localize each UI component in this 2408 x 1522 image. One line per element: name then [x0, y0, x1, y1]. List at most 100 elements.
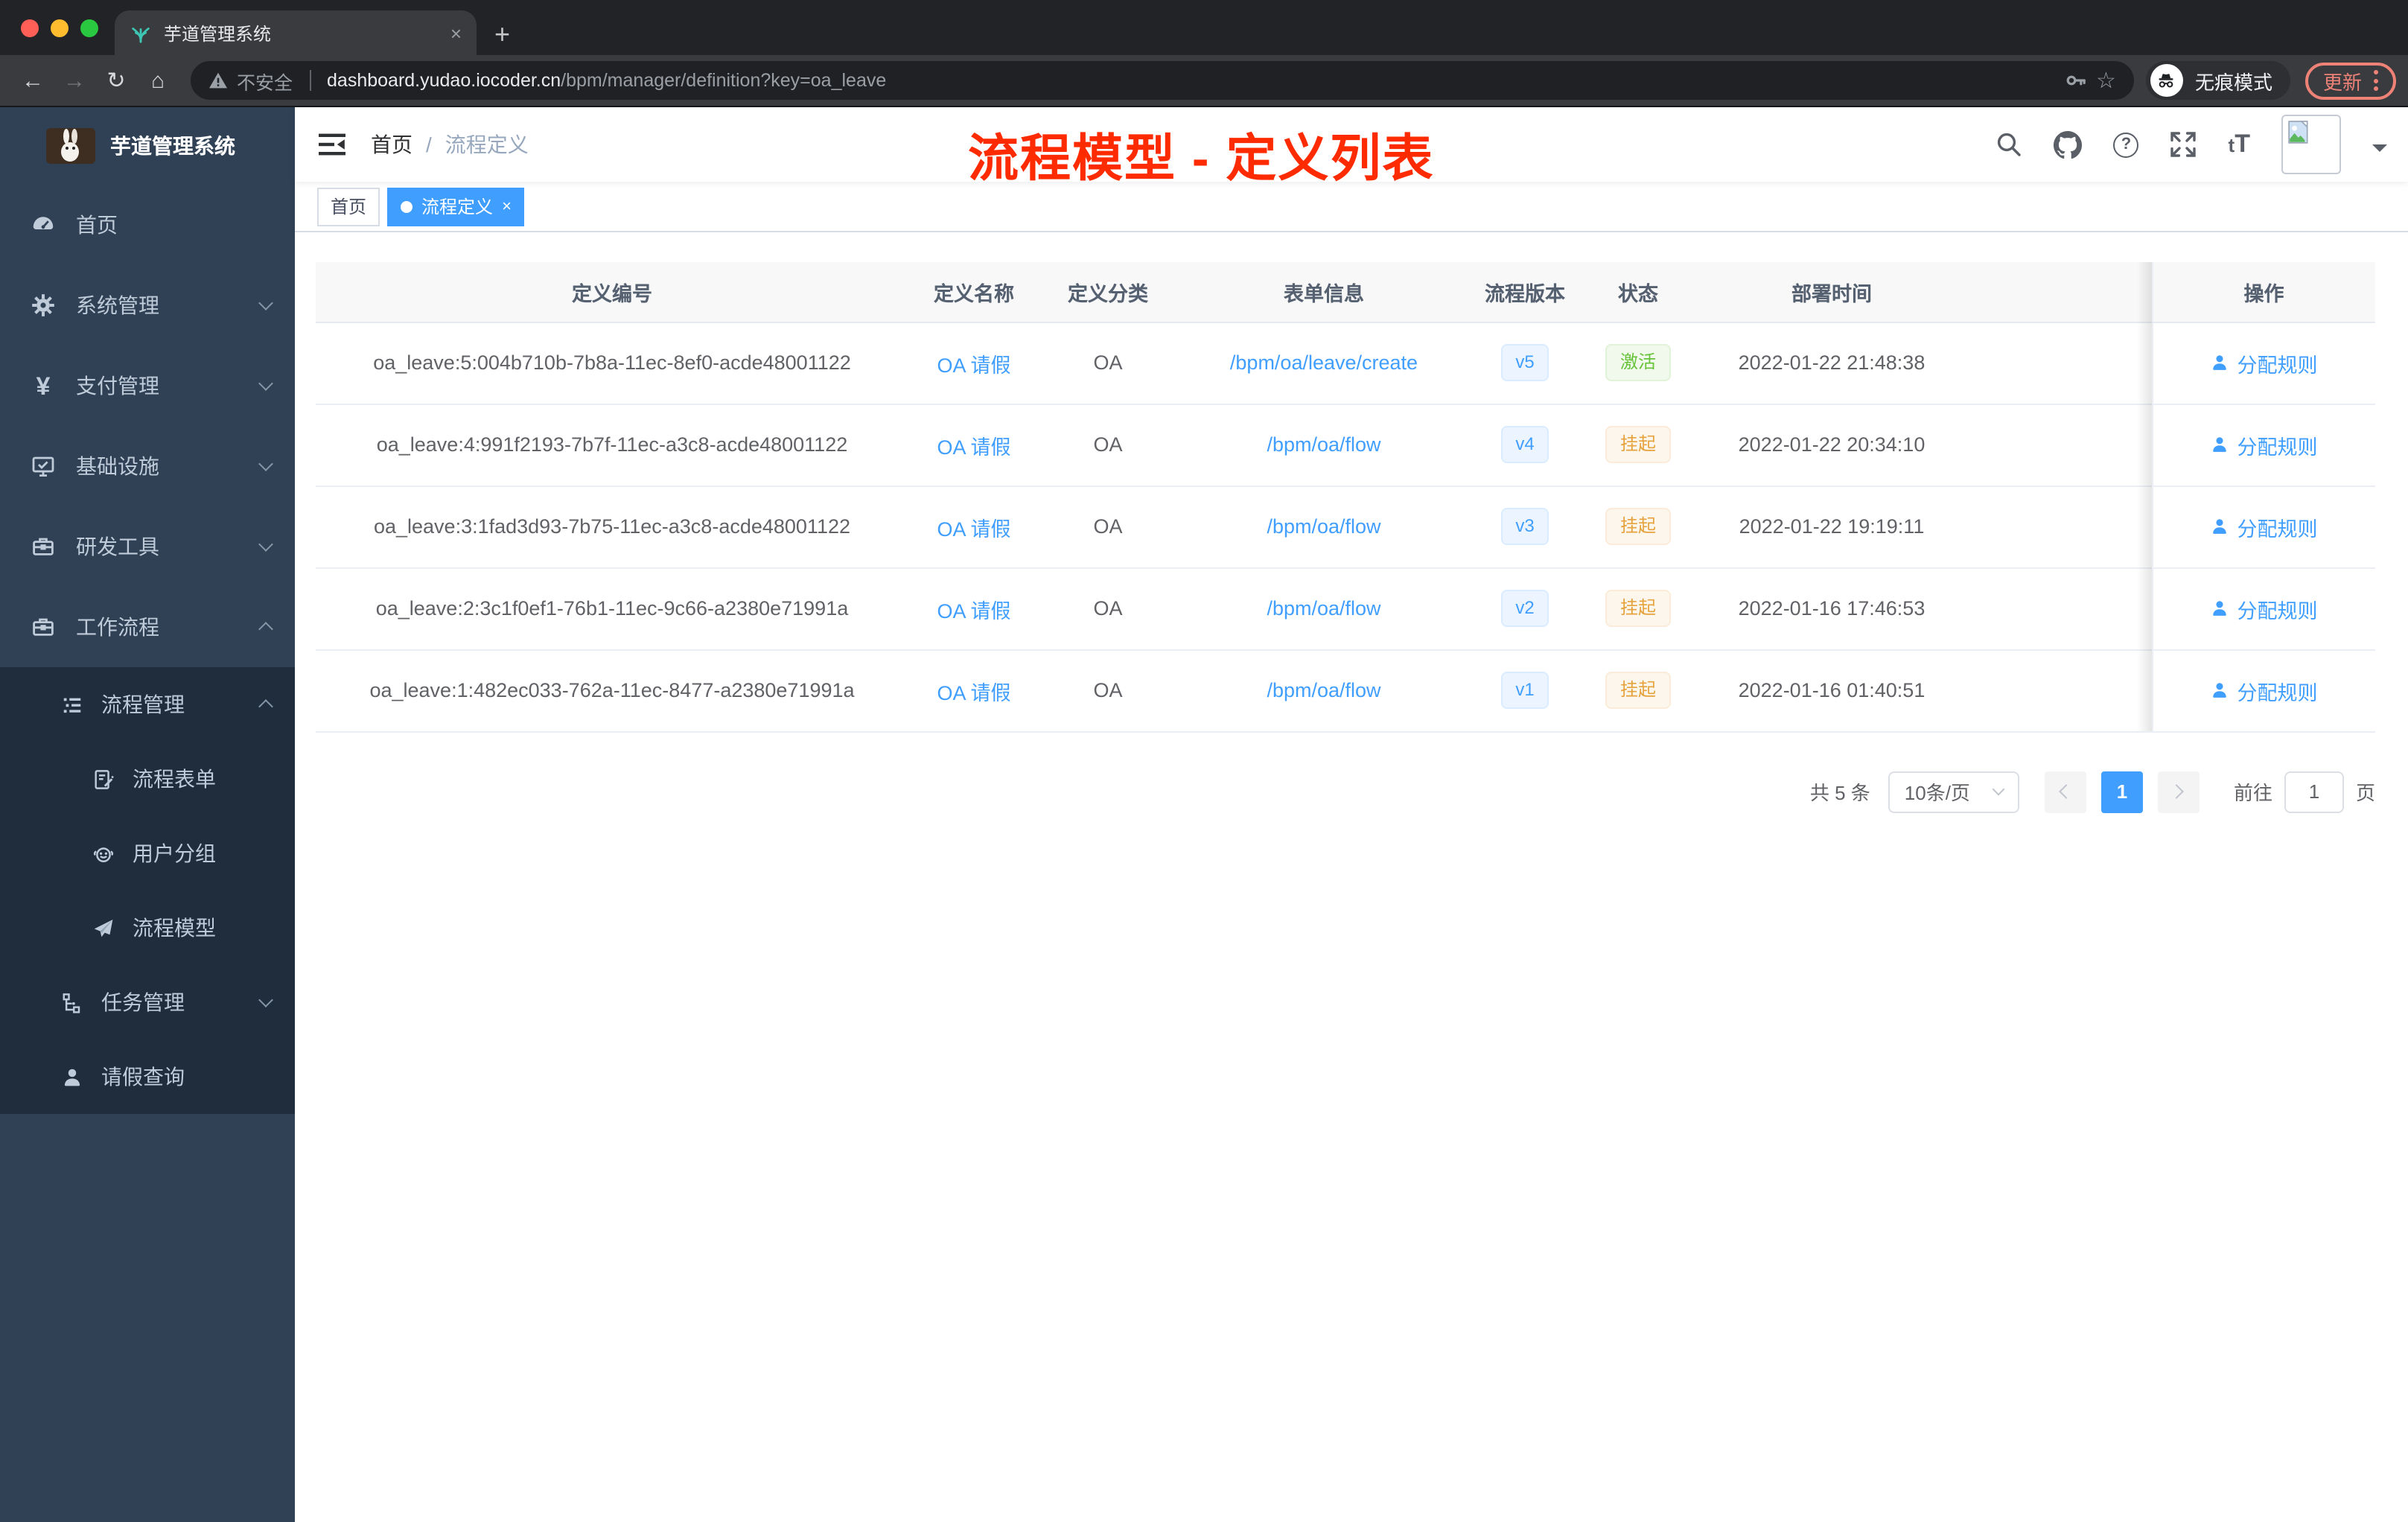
col-version: 流程版本	[1471, 262, 1579, 322]
browser-menu-icon[interactable]	[2374, 70, 2378, 91]
briefcase-icon	[33, 618, 54, 636]
minimize-window-button[interactable]	[51, 19, 69, 37]
workflow-submenu: 流程管理 流程表单 用户分组 流程模型 任务管理 请假查询	[0, 667, 295, 1114]
sidebar-item-process-model[interactable]: 流程模型	[0, 891, 295, 965]
back-icon[interactable]: ←	[12, 69, 54, 92]
form-link[interactable]: /bpm/oa/leave/create	[1230, 351, 1418, 374]
goto-page-input[interactable]	[2284, 771, 2344, 812]
tag-close-icon[interactable]: ×	[502, 197, 512, 215]
spacer-cell	[1966, 649, 2152, 732]
avatar[interactable]	[2281, 115, 2341, 174]
assign-rule-button[interactable]: 分配规则	[2211, 430, 2318, 459]
browser-tab[interactable]: 芋道管理系统 ×	[115, 10, 477, 55]
forward-icon[interactable]: →	[54, 69, 95, 92]
table-header-row: 定义编号 定义名称 定义分类 表单信息 流程版本 状态 部署时间 操作	[316, 262, 2375, 322]
close-window-button[interactable]	[21, 19, 39, 37]
font-size-icon[interactable]	[2229, 131, 2250, 158]
home-icon[interactable]: ⌂	[137, 69, 179, 92]
help-icon[interactable]	[2113, 132, 2139, 157]
version-badge[interactable]: v2	[1500, 589, 1549, 628]
status-badge: 挂起	[1605, 589, 1671, 628]
sidebar-toggle-icon[interactable]	[319, 133, 347, 156]
form-link[interactable]: /bpm/oa/flow	[1267, 679, 1380, 701]
definition-name-link[interactable]: OA 请假	[937, 436, 1010, 458]
page-unit-label: 页	[2355, 782, 2375, 804]
address-bar[interactable]: 不安全 dashboard.yudao.iocoder.cn/bpm/manag…	[191, 61, 2134, 100]
seedling-favicon-icon	[132, 27, 150, 42]
deploy-time: 2022-01-16 17:46:53	[1698, 567, 1966, 650]
assign-rule-button[interactable]: 分配规则	[2211, 675, 2318, 705]
url-text[interactable]: dashboard.yudao.iocoder.cn/bpm/manager/d…	[327, 70, 2054, 91]
tab-close-icon[interactable]: ×	[450, 22, 462, 44]
definition-id: oa_leave:2:3c1f0ef1-76b1-11ec-9c66-a2380…	[316, 567, 908, 650]
sidebar-item-system[interactable]: 系统管理	[0, 265, 295, 346]
definition-name-link[interactable]: OA 请假	[937, 518, 1010, 540]
col-form: 表单信息	[1176, 262, 1471, 322]
search-icon[interactable]	[1996, 131, 2023, 158]
fullscreen-icon[interactable]	[2170, 131, 2197, 158]
breadcrumb-home[interactable]: 首页	[371, 130, 413, 159]
reload-icon[interactable]: ↻	[95, 69, 137, 92]
next-page-button[interactable]	[2157, 771, 2200, 812]
assign-rule-button[interactable]: 分配规则	[2211, 593, 2318, 623]
user-icon	[2213, 683, 2227, 698]
definition-id: oa_leave:5:004b710b-7b8a-11ec-8ef0-acde4…	[316, 322, 908, 404]
form-link[interactable]: /bpm/oa/flow	[1267, 597, 1380, 620]
security-label[interactable]: 不安全	[237, 66, 293, 95]
chrome-update-button[interactable]: 更新	[2305, 62, 2396, 99]
version-badge[interactable]: v4	[1500, 425, 1549, 464]
assign-rule-button[interactable]: 分配规则	[2211, 512, 2318, 541]
window-controls[interactable]	[21, 19, 98, 37]
sidebar-item-leave-query[interactable]: 请假查询	[0, 1039, 295, 1114]
bookmark-star-icon[interactable]	[2096, 67, 2116, 94]
definition-category: OA	[1039, 567, 1176, 650]
github-icon[interactable]	[2054, 130, 2083, 159]
definition-name-link[interactable]: OA 请假	[937, 681, 1010, 704]
prev-page-button[interactable]	[2044, 771, 2086, 812]
version-badge[interactable]: v1	[1500, 671, 1549, 710]
form-link[interactable]: /bpm/oa/flow	[1267, 433, 1380, 456]
table-row: oa_leave:3:1fad3d93-7b75-11ec-a3c8-acde4…	[316, 485, 2375, 568]
form-link[interactable]: /bpm/oa/flow	[1267, 515, 1380, 538]
toolbox-icon	[33, 538, 54, 555]
status-badge: 挂起	[1605, 507, 1671, 546]
key-icon[interactable]	[2063, 69, 2087, 92]
definition-id: oa_leave:4:991f2193-7b7f-11ec-a3c8-acde4…	[316, 404, 908, 486]
page-annotation: 流程模型 - 定义列表	[968, 131, 1435, 188]
page-size-select[interactable]: 10条/页	[1888, 771, 2019, 812]
sidebar-item-task-management[interactable]: 任务管理	[0, 965, 295, 1039]
definition-category: OA	[1039, 322, 1176, 404]
col-name: 定义名称	[908, 262, 1039, 322]
tab-title: 芋道管理系统	[164, 23, 272, 44]
tag-home[interactable]: 首页	[317, 187, 380, 226]
chevron-up-icon	[258, 622, 273, 637]
definition-name-link[interactable]: OA 请假	[937, 354, 1010, 376]
avatar-caret-icon[interactable]	[2372, 144, 2387, 159]
sidebar-logo[interactable]: 芋道管理系统	[0, 107, 295, 185]
spacer-cell	[1966, 485, 2152, 568]
sidebar-item-payment[interactable]: ¥ 支付管理	[0, 346, 295, 426]
incognito-icon	[2150, 64, 2183, 97]
definition-category: OA	[1039, 485, 1176, 568]
sidebar-item-infrastructure[interactable]: 基础设施	[0, 426, 295, 506]
definition-name-link[interactable]: OA 请假	[937, 599, 1010, 622]
person-icon	[64, 1068, 80, 1086]
tag-process-definition[interactable]: 流程定义 ×	[387, 187, 525, 226]
new-tab-button[interactable]: +	[494, 21, 510, 48]
sidebar-item-user-group[interactable]: 用户分组	[0, 816, 295, 891]
sidebar-item-devtools[interactable]: 研发工具	[0, 506, 295, 587]
sidebar-item-process-management[interactable]: 流程管理	[0, 667, 295, 742]
assign-rule-button[interactable]: 分配规则	[2211, 348, 2318, 378]
breadcrumb: 首页 / 流程定义	[371, 130, 529, 159]
version-badge[interactable]: v3	[1500, 507, 1549, 546]
chevron-down-icon	[258, 537, 273, 552]
current-page[interactable]: 1	[2100, 771, 2143, 812]
page-content: 定义编号 定义名称 定义分类 表单信息 流程版本 状态 部署时间 操作 oa_l…	[295, 232, 2408, 1522]
user-icon	[2213, 519, 2227, 534]
sidebar-item-process-form[interactable]: 流程表单	[0, 742, 295, 816]
zoom-window-button[interactable]	[80, 19, 98, 37]
sidebar-item-home[interactable]: 首页	[0, 185, 295, 265]
sidebar-item-workflow[interactable]: 工作流程	[0, 587, 295, 667]
version-badge[interactable]: v5	[1500, 343, 1549, 382]
col-category: 定义分类	[1039, 262, 1176, 322]
